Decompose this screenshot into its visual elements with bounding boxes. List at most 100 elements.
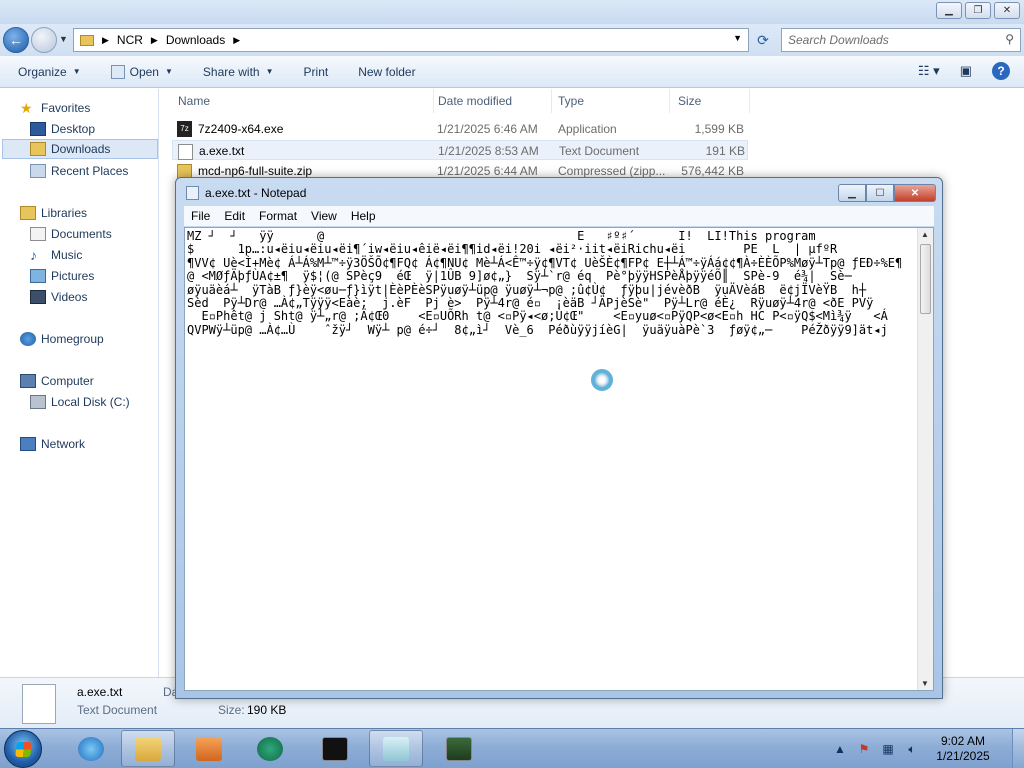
column-header-date-modified[interactable]: Date modified xyxy=(430,89,552,113)
print-label: Print xyxy=(303,64,329,79)
minimize-button[interactable]: ▁ xyxy=(838,184,866,202)
navigation-pane: ★ Favorites Desktop Downloads Recent Plac… xyxy=(0,89,159,677)
vertical-scrollbar[interactable]: ▲ ▼ xyxy=(917,228,933,690)
sidebar-item-recent-places[interactable]: Recent Places xyxy=(30,161,128,181)
sidebar-item-libraries[interactable]: Libraries xyxy=(20,203,87,223)
organize-button[interactable]: Organize ▼ xyxy=(18,65,81,79)
sidebar-item-network[interactable]: Network xyxy=(20,434,85,454)
address-dropdown-icon[interactable]: ▼ xyxy=(733,33,742,43)
recent-pages-dropdown-icon[interactable]: ▼ xyxy=(59,34,68,44)
notepad-icon xyxy=(186,186,199,200)
chevron-right-icon[interactable]: ▶ xyxy=(102,35,109,46)
notepad-title: a.exe.txt - Notepad xyxy=(205,186,307,200)
file-type: Compressed (zipp... xyxy=(558,164,666,178)
file-date: 1/21/2025 8:53 AM xyxy=(438,144,539,158)
sidebar-label: Pictures xyxy=(51,269,95,283)
sidebar-item-videos[interactable]: Videos xyxy=(30,287,87,307)
taskbar-media-player[interactable] xyxy=(182,730,236,767)
details-size-label: Size: xyxy=(218,703,245,717)
print-button[interactable]: Print xyxy=(304,65,329,79)
notepad-text-area[interactable]: MZ ┘ ┘ ÿÿ @ È ♯º♯´ Í! LÍ!This program $ … xyxy=(184,227,934,691)
share-with-button[interactable]: Share with ▼ xyxy=(203,65,274,79)
column-header-size[interactable]: Size xyxy=(670,89,750,113)
refresh-icon[interactable]: ⟳ xyxy=(752,30,774,50)
close-button[interactable]: ✕ xyxy=(994,2,1020,19)
minimize-button[interactable]: ▁ xyxy=(936,2,962,19)
disk-drive-icon xyxy=(30,395,46,409)
sidebar-item-pictures[interactable]: Pictures xyxy=(30,266,94,286)
view-options-icon[interactable]: ☷ ▾ xyxy=(918,63,940,79)
open-label: Open xyxy=(129,64,159,79)
file-type: Text Document xyxy=(559,144,640,158)
busy-cursor-icon xyxy=(591,369,613,391)
preview-pane-icon[interactable]: ▣ xyxy=(960,63,972,79)
file-name: mcd-np6-full-suite.zip xyxy=(198,164,313,178)
sidebar-item-music[interactable]: ♪ Music xyxy=(30,245,82,265)
new-folder-button[interactable]: New folder xyxy=(358,65,415,79)
sidebar-item-favorites[interactable]: ★ Favorites xyxy=(20,98,90,118)
taskbar-notepad[interactable] xyxy=(369,730,423,767)
breadcrumb-downloads[interactable]: Downloads xyxy=(166,33,225,47)
music-icon: ♪ xyxy=(30,247,37,263)
sidebar-item-homegroup[interactable]: Homegroup xyxy=(20,329,104,349)
address-bar-area: ← ▼ ▶ NCR ▶ Downloads ▶ ▼ ⟳ Search Downl… xyxy=(0,24,1024,56)
file-row-selected[interactable]: a.exe.txt 1/21/2025 8:53 AM Text Documen… xyxy=(172,140,748,160)
sidebar-label: Homegroup xyxy=(41,332,104,346)
scroll-down-icon[interactable]: ▼ xyxy=(921,679,929,688)
search-input[interactable]: Search Downloads ⚲ xyxy=(781,28,1021,52)
close-button[interactable]: ✕ xyxy=(894,184,936,202)
menu-edit[interactable]: Edit xyxy=(217,209,252,223)
action-center-icon[interactable]: ⚑ xyxy=(856,741,872,757)
menu-view[interactable]: View xyxy=(304,209,344,223)
clock-date: 1/21/2025 xyxy=(936,749,990,763)
help-icon[interactable]: ? xyxy=(992,62,1010,80)
menu-help[interactable]: Help xyxy=(344,209,383,223)
taskbar-cmd[interactable] xyxy=(308,730,362,767)
column-header-name[interactable]: Name xyxy=(170,89,434,113)
taskbar-app[interactable] xyxy=(243,730,297,767)
search-icon[interactable]: ⚲ xyxy=(1005,32,1014,46)
file-size: 576,442 KB xyxy=(681,164,744,178)
notepad-titlebar[interactable]: a.exe.txt - Notepad xyxy=(186,186,306,200)
chevron-down-icon: ▼ xyxy=(72,67,81,76)
show-hidden-icons-icon[interactable]: ▲ xyxy=(832,741,848,757)
breadcrumb-ncr[interactable]: NCR xyxy=(117,33,143,47)
taskbar-ie[interactable] xyxy=(64,730,118,767)
sidebar-item-desktop[interactable]: Desktop xyxy=(30,119,95,139)
scrollbar-thumb[interactable] xyxy=(920,244,931,314)
open-button[interactable]: Open ▼ xyxy=(110,64,173,79)
address-field[interactable]: ▶ NCR ▶ Downloads ▶ ▼ xyxy=(73,28,749,52)
explorer-titlebar[interactable]: ▁ ❐ ✕ xyxy=(0,0,1024,24)
command-bar: Organize ▼ Open ▼ Share with ▼ Print New fo… xyxy=(0,56,1024,88)
restore-button[interactable]: ❐ xyxy=(965,2,991,19)
scroll-up-icon[interactable]: ▲ xyxy=(921,230,929,239)
organize-label: Organize xyxy=(18,64,67,79)
show-desktop-button[interactable] xyxy=(1012,729,1024,768)
file-date: 1/21/2025 6:44 AM xyxy=(437,164,538,178)
notepad-icon xyxy=(383,736,409,761)
volume-icon[interactable]: 🔈︎ xyxy=(904,741,920,757)
details-size-value: 190 KB xyxy=(247,703,287,717)
column-header-type[interactable]: Type xyxy=(550,89,670,113)
file-row[interactable]: 7z 7z2409-x64.exe 1/21/2025 6:46 AM Appl… xyxy=(172,119,748,139)
chevron-right-icon[interactable]: ▶ xyxy=(233,35,240,46)
back-button[interactable]: ← xyxy=(3,27,29,53)
forward-button[interactable] xyxy=(31,27,57,53)
chevron-right-icon[interactable]: ▶ xyxy=(151,35,158,46)
network-icon[interactable]: ▦ xyxy=(880,741,896,757)
clock[interactable]: 9:02 AM 1/21/2025 xyxy=(928,734,998,764)
file-size: 191 KB xyxy=(705,144,745,158)
windows-logo-icon xyxy=(15,742,32,757)
menu-file[interactable]: File xyxy=(184,209,217,223)
start-button[interactable] xyxy=(4,730,42,768)
menu-format[interactable]: Format xyxy=(252,209,304,223)
taskbar-explorer[interactable] xyxy=(121,730,175,767)
sidebar-item-local-disk[interactable]: Local Disk (C:) xyxy=(30,392,130,412)
network-icon xyxy=(20,437,36,451)
taskbar-task-manager[interactable] xyxy=(432,730,486,767)
sidebar-label: Favorites xyxy=(41,101,91,115)
sidebar-item-computer[interactable]: Computer xyxy=(20,371,94,391)
maximize-button[interactable]: ☐ xyxy=(866,184,894,202)
sidebar-item-documents[interactable]: Documents xyxy=(30,224,112,244)
sidebar-item-downloads[interactable]: Downloads xyxy=(2,139,158,159)
